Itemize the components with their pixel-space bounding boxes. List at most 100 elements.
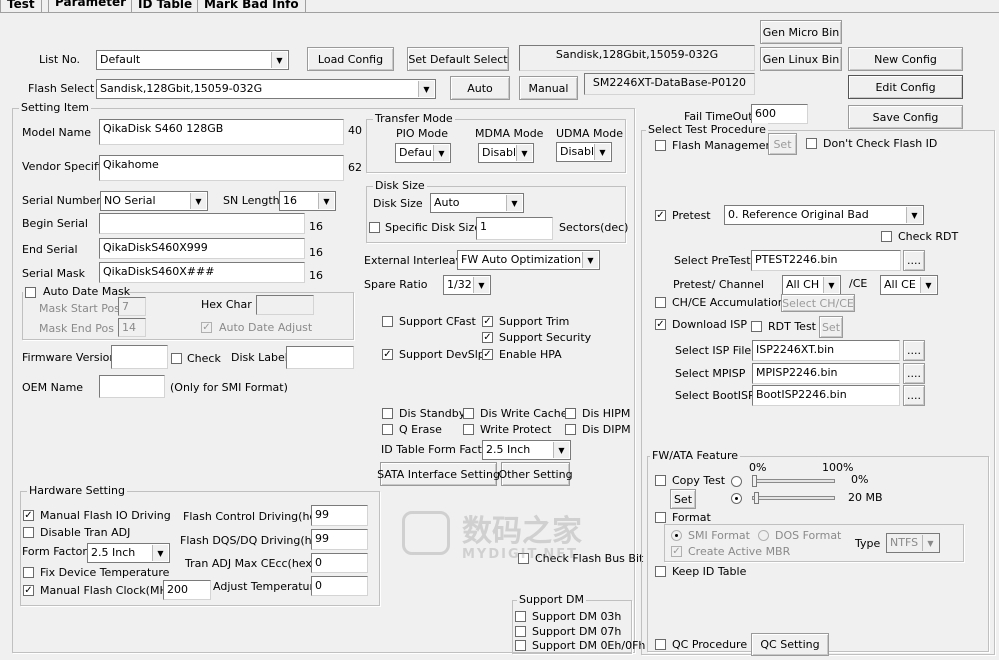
- tab-parameter[interactable]: Parameter: [48, 0, 134, 12]
- mask-end-pos-input[interactable]: 14: [118, 318, 146, 337]
- dos-format-radio[interactable]: [758, 530, 769, 541]
- select-chce-button[interactable]: Select CH/CE: [781, 294, 855, 312]
- flash-dqs-driving-input[interactable]: 99: [311, 529, 368, 550]
- support-devslp-checkbox[interactable]: ✓: [382, 349, 393, 360]
- support-dm-03h-checkbox[interactable]: [515, 611, 526, 622]
- tab-mark-bad-info[interactable]: Mark Bad Info: [197, 0, 306, 12]
- model-name-input[interactable]: QikaDisk S460 128GB: [99, 119, 344, 145]
- flash-control-driving-input[interactable]: 99: [311, 505, 368, 526]
- disable-tran-adj-checkbox[interactable]: [23, 527, 34, 538]
- copy-test-set-button[interactable]: Set: [670, 489, 696, 509]
- fail-timeout-input[interactable]: 600: [751, 104, 808, 124]
- spare-ratio-select[interactable]: 1/32 ▼: [443, 275, 491, 295]
- copy-size-slider[interactable]: [752, 496, 835, 500]
- select-pretest-input[interactable]: PTEST2246.bin: [751, 250, 901, 271]
- auto-date-adjust-checkbox[interactable]: ✓: [201, 322, 212, 333]
- flash-clock-input[interactable]: 200: [163, 580, 211, 600]
- sata-interface-setting-button[interactable]: SATA Interface Setting: [377, 462, 500, 486]
- oem-name-input[interactable]: [99, 375, 165, 398]
- tab-id-table[interactable]: ID Table: [131, 0, 200, 12]
- create-active-mbr-checkbox[interactable]: ✓: [671, 546, 682, 557]
- auto-button[interactable]: Auto: [450, 76, 510, 100]
- download-isp-checkbox[interactable]: ✓: [655, 319, 666, 330]
- hex-char-input[interactable]: [256, 295, 314, 315]
- external-interleave-select[interactable]: FW Auto Optimization ▼: [457, 250, 600, 270]
- serial-number-select[interactable]: NO Serial ▼: [100, 191, 208, 211]
- select-isp-browse-button[interactable]: ....: [903, 340, 925, 361]
- copy-percent-slider[interactable]: [752, 479, 835, 483]
- flash-select-dropdown[interactable]: Sandisk,128Gbit,15059-032G ▼: [96, 79, 436, 99]
- keep-id-table-checkbox[interactable]: [655, 566, 666, 577]
- serial-mask-input[interactable]: QikaDiskS460X###: [99, 262, 305, 283]
- copy-size-radio[interactable]: [731, 493, 742, 504]
- flash-management-set-button[interactable]: Set: [768, 133, 797, 155]
- qc-procedure-checkbox[interactable]: [655, 639, 666, 650]
- manual-button[interactable]: Manual: [519, 76, 578, 100]
- copy-percent-radio[interactable]: [731, 476, 742, 487]
- other-setting-button[interactable]: Other Setting: [498, 462, 573, 486]
- mask-start-pos-input[interactable]: 7: [118, 297, 146, 316]
- sn-length-select[interactable]: 16 ▼: [279, 191, 336, 211]
- gen-linux-bin-button[interactable]: Gen Linux Bin: [760, 47, 842, 71]
- adjust-temperature-input[interactable]: 0: [311, 576, 368, 596]
- manual-flash-clock-checkbox[interactable]: ✓: [23, 585, 34, 596]
- support-dm-0eh-checkbox[interactable]: [515, 640, 526, 651]
- chce-accumulation-checkbox[interactable]: [655, 297, 666, 308]
- rdt-test-checkbox[interactable]: [751, 321, 762, 332]
- gen-micro-bin-button[interactable]: Gen Micro Bin: [760, 20, 842, 44]
- format-checkbox[interactable]: [655, 512, 666, 523]
- check-firmware-checkbox[interactable]: [171, 353, 182, 364]
- form-factor-select[interactable]: 2.5 Inch ▼: [87, 543, 170, 563]
- tran-adj-max-input[interactable]: 0: [311, 553, 368, 573]
- qc-setting-button[interactable]: QC Setting: [751, 633, 829, 656]
- support-security-checkbox[interactable]: ✓: [482, 332, 493, 343]
- select-mpisp-browse-button[interactable]: ....: [903, 363, 925, 384]
- dis-hipm-checkbox[interactable]: [565, 408, 576, 419]
- udma-mode-select[interactable]: Disable▼: [556, 142, 612, 162]
- select-isp-input[interactable]: ISP2246XT.bin: [752, 340, 900, 361]
- flash-management-checkbox[interactable]: [655, 140, 666, 151]
- mdma-mode-select[interactable]: Disable▼: [478, 143, 534, 163]
- support-dm-07h-checkbox[interactable]: [515, 626, 526, 637]
- specific-disk-size-checkbox[interactable]: [369, 222, 380, 233]
- dont-check-flash-id-checkbox[interactable]: [806, 138, 817, 149]
- support-cfast-checkbox[interactable]: [382, 316, 393, 327]
- begin-serial-input[interactable]: [99, 213, 305, 234]
- support-trim-checkbox[interactable]: ✓: [482, 316, 493, 327]
- load-config-button[interactable]: Load Config: [307, 47, 394, 71]
- enable-hpa-checkbox[interactable]: ✓: [482, 349, 493, 360]
- firmware-version-input[interactable]: [111, 345, 168, 369]
- specific-disk-size-input[interactable]: 1: [476, 217, 553, 240]
- fix-device-temp-checkbox[interactable]: [23, 567, 34, 578]
- pio-mode-select[interactable]: Default▼: [395, 143, 451, 163]
- select-pretest-browse-button[interactable]: ....: [903, 250, 925, 271]
- check-rdt-checkbox[interactable]: [881, 231, 892, 242]
- list-no-select[interactable]: Default ▼: [96, 50, 289, 70]
- dis-dipm-checkbox[interactable]: [565, 424, 576, 435]
- dis-standby-checkbox[interactable]: [382, 408, 393, 419]
- save-config-button[interactable]: Save Config: [848, 105, 963, 129]
- rdt-test-set-button[interactable]: Set: [819, 316, 843, 338]
- type-select[interactable]: NTFS ▼: [886, 533, 940, 553]
- disk-label-input[interactable]: [286, 346, 354, 369]
- q-erase-checkbox[interactable]: [382, 424, 393, 435]
- select-bootisp-browse-button[interactable]: ....: [903, 385, 925, 406]
- auto-date-mask-checkbox[interactable]: [25, 287, 36, 298]
- smi-format-radio[interactable]: [671, 530, 682, 541]
- dis-write-cache-checkbox[interactable]: [463, 408, 474, 419]
- copy-test-checkbox[interactable]: [655, 475, 666, 486]
- channel-select[interactable]: All CH ▼: [782, 275, 841, 295]
- edit-config-button[interactable]: Edit Config: [848, 75, 963, 99]
- manual-flash-io-checkbox[interactable]: ✓: [23, 510, 34, 521]
- end-serial-input[interactable]: QikaDiskS460X999: [99, 238, 305, 259]
- pretest-checkbox[interactable]: ✓: [655, 210, 666, 221]
- tab-test[interactable]: Test: [0, 0, 42, 12]
- vendor-specific-input[interactable]: Qikahome: [99, 155, 344, 181]
- ce-select[interactable]: All CE ▼: [880, 275, 938, 295]
- set-default-select-button[interactable]: Set Default Select: [407, 47, 509, 71]
- pretest-select[interactable]: 0. Reference Original Bad ▼: [724, 205, 924, 225]
- new-config-button[interactable]: New Config: [848, 47, 963, 71]
- copy-percent-slider-thumb[interactable]: [752, 475, 757, 487]
- write-protect-checkbox[interactable]: [463, 424, 474, 435]
- select-bootisp-input[interactable]: BootISP2246.bin: [752, 385, 900, 406]
